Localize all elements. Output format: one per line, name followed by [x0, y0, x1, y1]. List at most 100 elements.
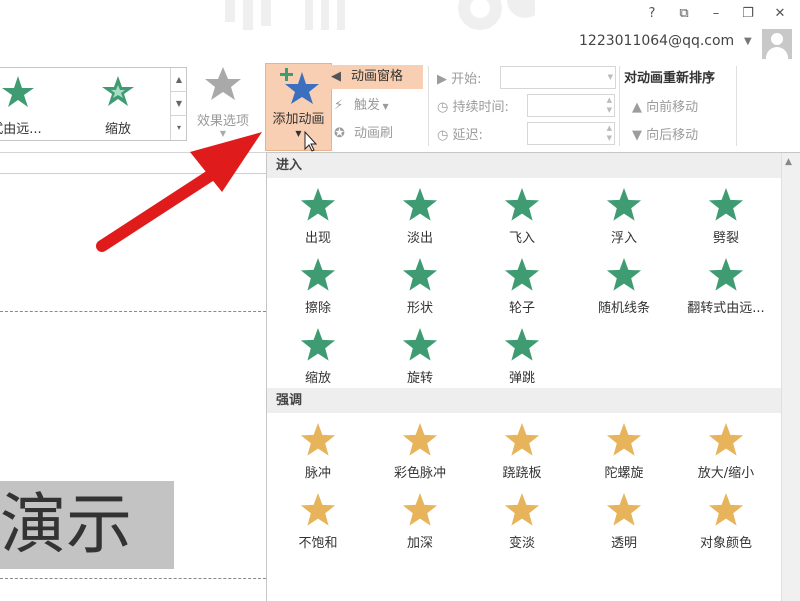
zoom-star-icon: [102, 76, 134, 106]
effect-item[interactable]: 随机线条: [579, 255, 669, 316]
spin-star-icon: [606, 423, 642, 456]
animation-pane-label: 动画窗格: [351, 69, 404, 84]
effect-label: 陀螺旋: [604, 466, 644, 481]
random-bars-star-icon: [606, 258, 642, 291]
effect-item[interactable]: 变淡: [477, 490, 567, 551]
gallery-item-label: 式由远...: [0, 122, 42, 137]
maximize-button[interactable]: ❐: [736, 4, 760, 24]
animation-gallery: 式由远... 缩放 ▲ ▼ ▾: [0, 67, 187, 141]
lighten-star-icon: [504, 493, 540, 526]
grow-shrink-star-icon: [708, 423, 744, 456]
effect-item[interactable]: 擦除: [273, 255, 363, 316]
clock-icon: ◷: [437, 100, 453, 115]
chevron-down-icon: ▼: [295, 129, 302, 138]
effect-label: 透明: [610, 536, 637, 551]
gallery-down-icon[interactable]: ▼: [171, 92, 187, 116]
add-animation-star-icon: [279, 68, 319, 104]
spin-up-icon[interactable]: ▲: [607, 124, 612, 133]
add-animation-button[interactable]: 添加动画 ▼: [265, 63, 332, 151]
teeter-star-icon: [504, 423, 540, 456]
gallery-item-grow-turn[interactable]: 式由远...: [0, 72, 56, 137]
spin-up-icon[interactable]: ▲: [607, 96, 612, 105]
effect-label: 淡出: [406, 231, 433, 246]
duration-label: ◷ 持续时间:: [437, 100, 509, 115]
effect-options-button[interactable]: 效果选项 ▼: [190, 64, 256, 144]
effect-item[interactable]: 旋转: [375, 325, 465, 386]
animation-painter-label: 动画刷: [354, 126, 394, 141]
effect-item[interactable]: 弹跳: [477, 325, 567, 386]
effect-label: 随机线条: [597, 301, 650, 316]
effect-item[interactable]: 出现: [273, 185, 363, 246]
effect-item[interactable]: 浮入: [579, 185, 669, 246]
placeholder-border: [0, 311, 266, 312]
effect-item[interactable]: 轮子: [477, 255, 567, 316]
effect-item[interactable]: 形状: [375, 255, 465, 316]
effect-item[interactable]: 不饱和: [273, 490, 363, 551]
spin-down-icon[interactable]: ▼: [607, 134, 612, 143]
move-later-button[interactable]: ▼ 向后移动: [632, 124, 698, 143]
chevron-down-icon: ▼: [219, 129, 227, 138]
delay-label: ◷ 延迟:: [437, 128, 483, 143]
effect-item[interactable]: 淡出: [375, 185, 465, 246]
gallery-more-icon[interactable]: ▾: [171, 116, 187, 139]
effect-item[interactable]: 陀螺旋: [579, 420, 669, 481]
gallery-scrollbar[interactable]: ▲ ▼ ▾: [170, 68, 187, 140]
effect-item[interactable]: 加深: [375, 490, 465, 551]
animation-pane-button[interactable]: ◀ 动画窗格: [331, 65, 423, 89]
gallery-up-icon[interactable]: ▲: [171, 68, 187, 92]
gallery-item-zoom[interactable]: 缩放: [78, 72, 158, 137]
move-earlier-button[interactable]: ▲ 向前移动: [632, 96, 698, 115]
fade-star-icon: [402, 188, 438, 221]
close-button[interactable]: ✕: [768, 4, 792, 24]
effect-label: 飞入: [508, 231, 535, 246]
section-header-entrance: 进入: [267, 153, 786, 178]
start-dropdown[interactable]: ▼: [500, 66, 616, 89]
wheel-star-icon: [504, 258, 540, 291]
effect-label: 出现: [304, 231, 331, 246]
effect-item[interactable]: 对象颜色: [681, 490, 771, 551]
effect-label: 旋转: [406, 371, 433, 386]
section-header-emphasis: 强调: [267, 388, 786, 413]
zoom-star-icon: [300, 328, 336, 361]
effect-item[interactable]: 彩色脉冲: [375, 420, 465, 481]
wipe-star-icon: [300, 258, 336, 291]
effect-item[interactable]: 放大/缩小: [681, 420, 771, 481]
effect-label: 浮入: [610, 231, 637, 246]
slide-canvas[interactable]: 演示: [0, 153, 266, 600]
minimize-button[interactable]: –: [704, 4, 728, 24]
avatar[interactable]: [762, 29, 792, 59]
effect-item[interactable]: 劈裂: [681, 185, 771, 246]
add-animation-dropdown: 进入 出现 淡出 飞入 浮入 劈裂擦除 形状 轮子 随机线条 翻转式由远... 缩放 旋转 弹跳 强调…: [266, 152, 800, 601]
animation-painter-button[interactable]: ✪ 动画刷: [334, 122, 393, 141]
effect-label: 对象颜色: [699, 536, 752, 551]
help-button[interactable]: ?: [640, 4, 664, 24]
effect-item[interactable]: 透明: [579, 490, 669, 551]
effect-item[interactable]: 飞入: [477, 185, 567, 246]
duration-input[interactable]: ▲ ▼: [527, 94, 615, 117]
trigger-label: 触发: [354, 98, 381, 113]
pulse-star-icon: [300, 423, 336, 456]
effect-item[interactable]: 翻转式由远...: [681, 255, 771, 316]
effect-label: 形状: [406, 301, 433, 316]
dropdown-scrollbar[interactable]: ▲: [781, 153, 800, 601]
spin-down-icon[interactable]: ▼: [607, 106, 612, 115]
delay-input[interactable]: ▲ ▼: [527, 122, 615, 145]
trigger-button[interactable]: ⚡ 触发 ▼: [334, 94, 389, 113]
scroll-up-icon[interactable]: ▲: [785, 157, 792, 167]
effect-label: 缩放: [304, 371, 331, 386]
lightning-icon: ⚡: [334, 98, 344, 113]
play-icon: ▶: [437, 72, 452, 87]
slide-text-box[interactable]: 演示: [0, 481, 174, 569]
account-name[interactable]: 1223011064@qq.com: [579, 33, 734, 49]
add-animation-label: 添加动画: [272, 112, 325, 127]
watermark-decoration: [225, 0, 535, 30]
effect-item[interactable]: 脉冲: [273, 420, 363, 481]
color-pulse-star-icon: [402, 423, 438, 456]
ribbon-display-options-button[interactable]: ⧉: [672, 4, 696, 24]
desaturate-star-icon: [300, 493, 336, 526]
effect-item[interactable]: 跷跷板: [477, 420, 567, 481]
account-dropdown-icon[interactable]: ▼: [744, 36, 752, 47]
effect-item[interactable]: 缩放: [273, 325, 363, 386]
slide-top-edge: [0, 173, 266, 174]
transparency-star-icon: [606, 493, 642, 526]
